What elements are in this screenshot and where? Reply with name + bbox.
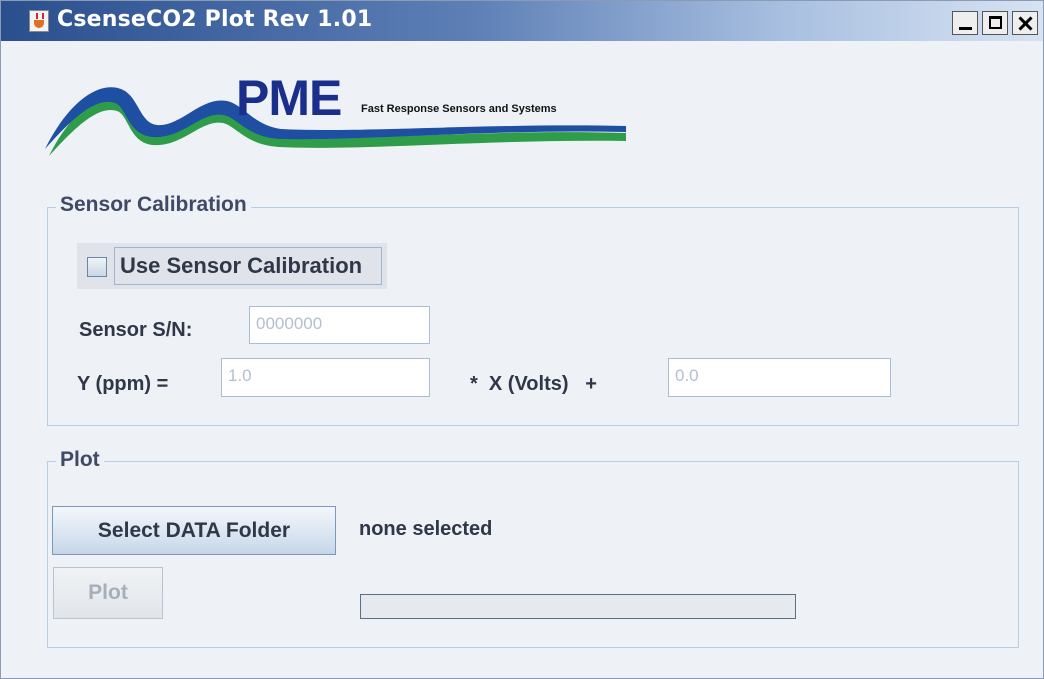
plot-button[interactable]: Plot: [53, 567, 163, 619]
sensor-serial-label: Sensor S/N:: [79, 319, 193, 341]
select-data-folder-button[interactable]: Select DATA Folder: [52, 506, 336, 555]
logo-brand: PME: [236, 70, 342, 126]
x-volts-label: * X (Volts) +: [470, 373, 597, 395]
minimize-icon[interactable]: [952, 11, 978, 35]
slope-field[interactable]: 1.0: [221, 358, 430, 397]
app-window: CsenseCO2 Plot Rev 1.01 PME Fast Respons…: [0, 0, 1044, 679]
use-calibration-checkbox[interactable]: [87, 257, 107, 277]
window-title: CsenseCO2 Plot Rev 1.01: [57, 7, 373, 32]
maximize-icon[interactable]: [982, 11, 1008, 35]
plot-progress-bar: [360, 594, 796, 619]
y-ppm-label: Y (ppm) =: [77, 373, 169, 395]
sensor-serial-field[interactable]: 0000000: [249, 306, 430, 344]
logo-tagline: Fast Response Sensors and Systems: [361, 103, 557, 115]
java-app-icon: [29, 10, 49, 32]
title-bar[interactable]: CsenseCO2 Plot Rev 1.01: [1, 1, 1043, 41]
use-calibration-label[interactable]: Use Sensor Calibration: [114, 247, 382, 285]
sensor-calibration-title: Sensor Calibration: [56, 193, 251, 217]
close-icon[interactable]: [1012, 11, 1038, 35]
folder-status-text: none selected: [359, 518, 493, 540]
offset-field[interactable]: 0.0: [668, 358, 891, 397]
plot-group-title: Plot: [56, 448, 104, 472]
